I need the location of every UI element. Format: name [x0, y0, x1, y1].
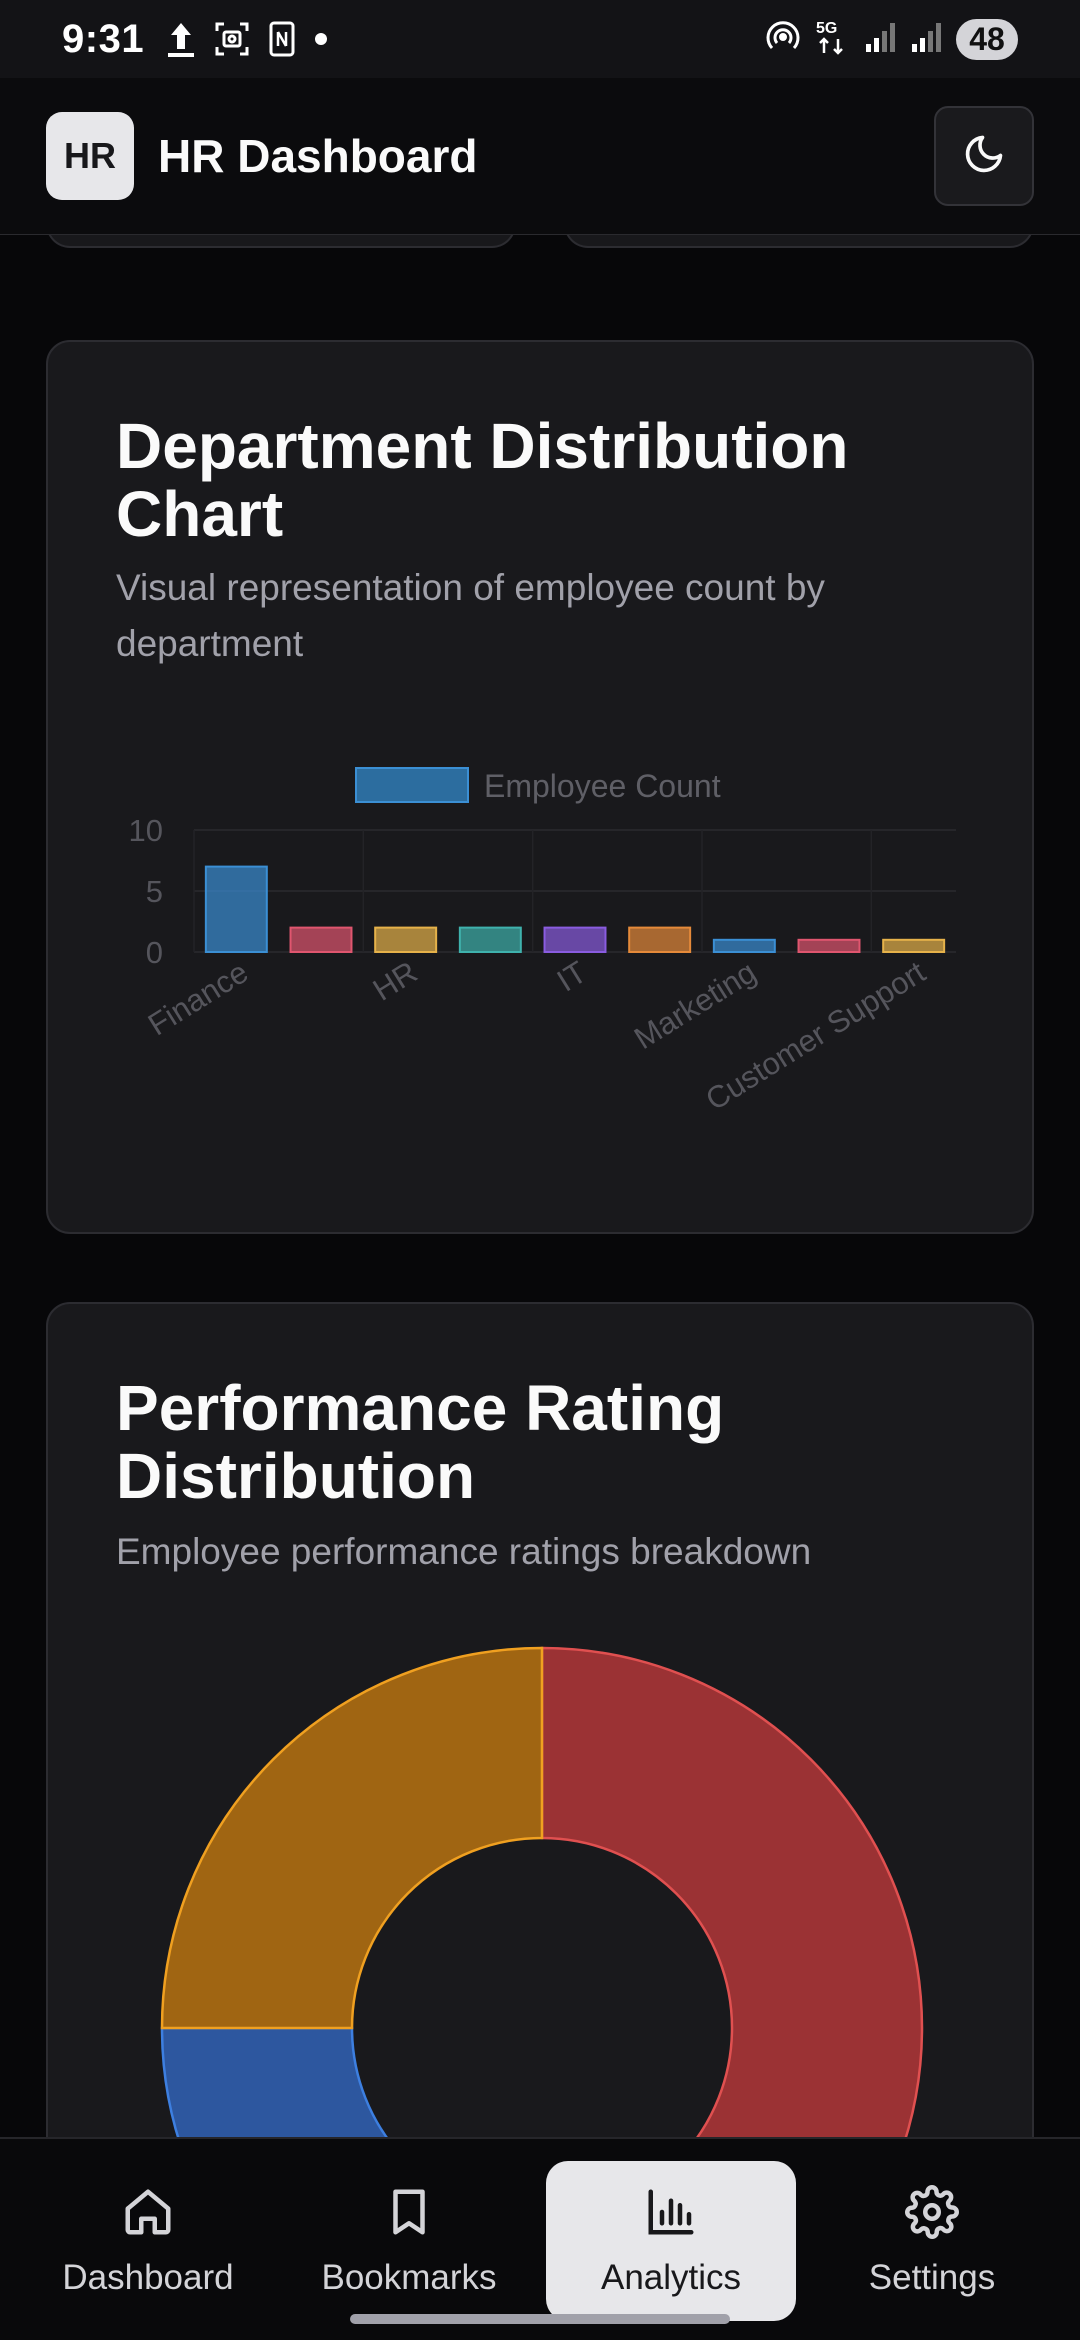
department-distribution-card: Department Distribution Chart Visual rep… [46, 340, 1034, 1234]
bar[interactable] [289, 926, 353, 953]
department-bar-chart[interactable]: Employee Count0510Finance HR IT MarketingCu… [48, 342, 1036, 1236]
legend-label: Employee Count [484, 768, 721, 804]
chart-legend[interactable]: Employee Count [355, 767, 721, 804]
y-tick-label: 0 [146, 935, 163, 970]
bar[interactable] [458, 926, 522, 953]
bottom-navigation: Dashboard Bookmarks Analytics Settings [0, 2137, 1080, 2340]
performance-rating-card: Performance Rating Distribution Employee… [46, 1302, 1036, 2204]
bar[interactable] [543, 926, 607, 953]
bookmark-icon [382, 2185, 436, 2244]
status-time: 9:31 [62, 16, 145, 61]
signal-icon [910, 20, 944, 59]
home-indicator [350, 2314, 730, 2324]
screenshot-icon [214, 21, 250, 57]
y-tick-label: 5 [146, 874, 163, 909]
upload-icon [166, 19, 196, 59]
home-icon [121, 2185, 175, 2244]
nav-item-bookmarks[interactable]: Bookmarks [284, 2161, 534, 2321]
signal-icon [864, 20, 898, 59]
app-header: HR HR Dashboard [0, 78, 1080, 235]
status-bar: 9:31 5G 48 [0, 0, 1080, 78]
gear-icon [905, 2184, 959, 2244]
bar-chart-icon [644, 2185, 698, 2244]
nav-label: Analytics [600, 2257, 742, 2297]
bar[interactable] [628, 926, 692, 953]
status-right-icons: 5G 48 [764, 17, 1018, 62]
theme-toggle-button[interactable] [934, 106, 1034, 206]
5g-icon: 5G [814, 17, 852, 62]
bar[interactable] [882, 938, 946, 953]
bar[interactable] [204, 865, 268, 953]
donut-slice[interactable] [160, 1646, 544, 2030]
status-left-icons [166, 19, 328, 59]
nfc-card-icon [268, 20, 296, 58]
bar[interactable] [797, 938, 861, 953]
nav-label: Dashboard [62, 2257, 234, 2297]
x-tick-label: Marketing [628, 954, 762, 1056]
screen: 9:31 5G 48 HR HR Dashboard Department Di… [0, 0, 1080, 2340]
nav-item-dashboard[interactable]: Dashboard [23, 2161, 273, 2321]
nav-item-settings[interactable]: Settings [807, 2161, 1057, 2321]
bar[interactable] [374, 926, 438, 953]
nav-label: Bookmarks [321, 2257, 497, 2297]
nav-item-analytics[interactable]: Analytics [546, 2161, 796, 2321]
nav-label: Settings [868, 2257, 996, 2297]
donut-slice[interactable] [540, 1646, 924, 2204]
hotspot-icon [764, 18, 802, 61]
svg-text:5G: 5G [816, 20, 837, 37]
app-logo[interactable]: HR [46, 112, 134, 200]
legend-swatch [355, 767, 469, 803]
performance-donut-chart[interactable] [48, 1304, 1036, 2204]
app-title: HR Dashboard [158, 130, 478, 182]
battery-indicator: 48 [956, 18, 1018, 60]
bar[interactable] [712, 938, 776, 953]
moon-icon [962, 132, 1006, 181]
dot-icon [314, 32, 328, 46]
y-tick-label: 10 [129, 813, 163, 848]
x-tick-label: IT [551, 954, 593, 998]
x-tick-label: HR [367, 954, 424, 1007]
